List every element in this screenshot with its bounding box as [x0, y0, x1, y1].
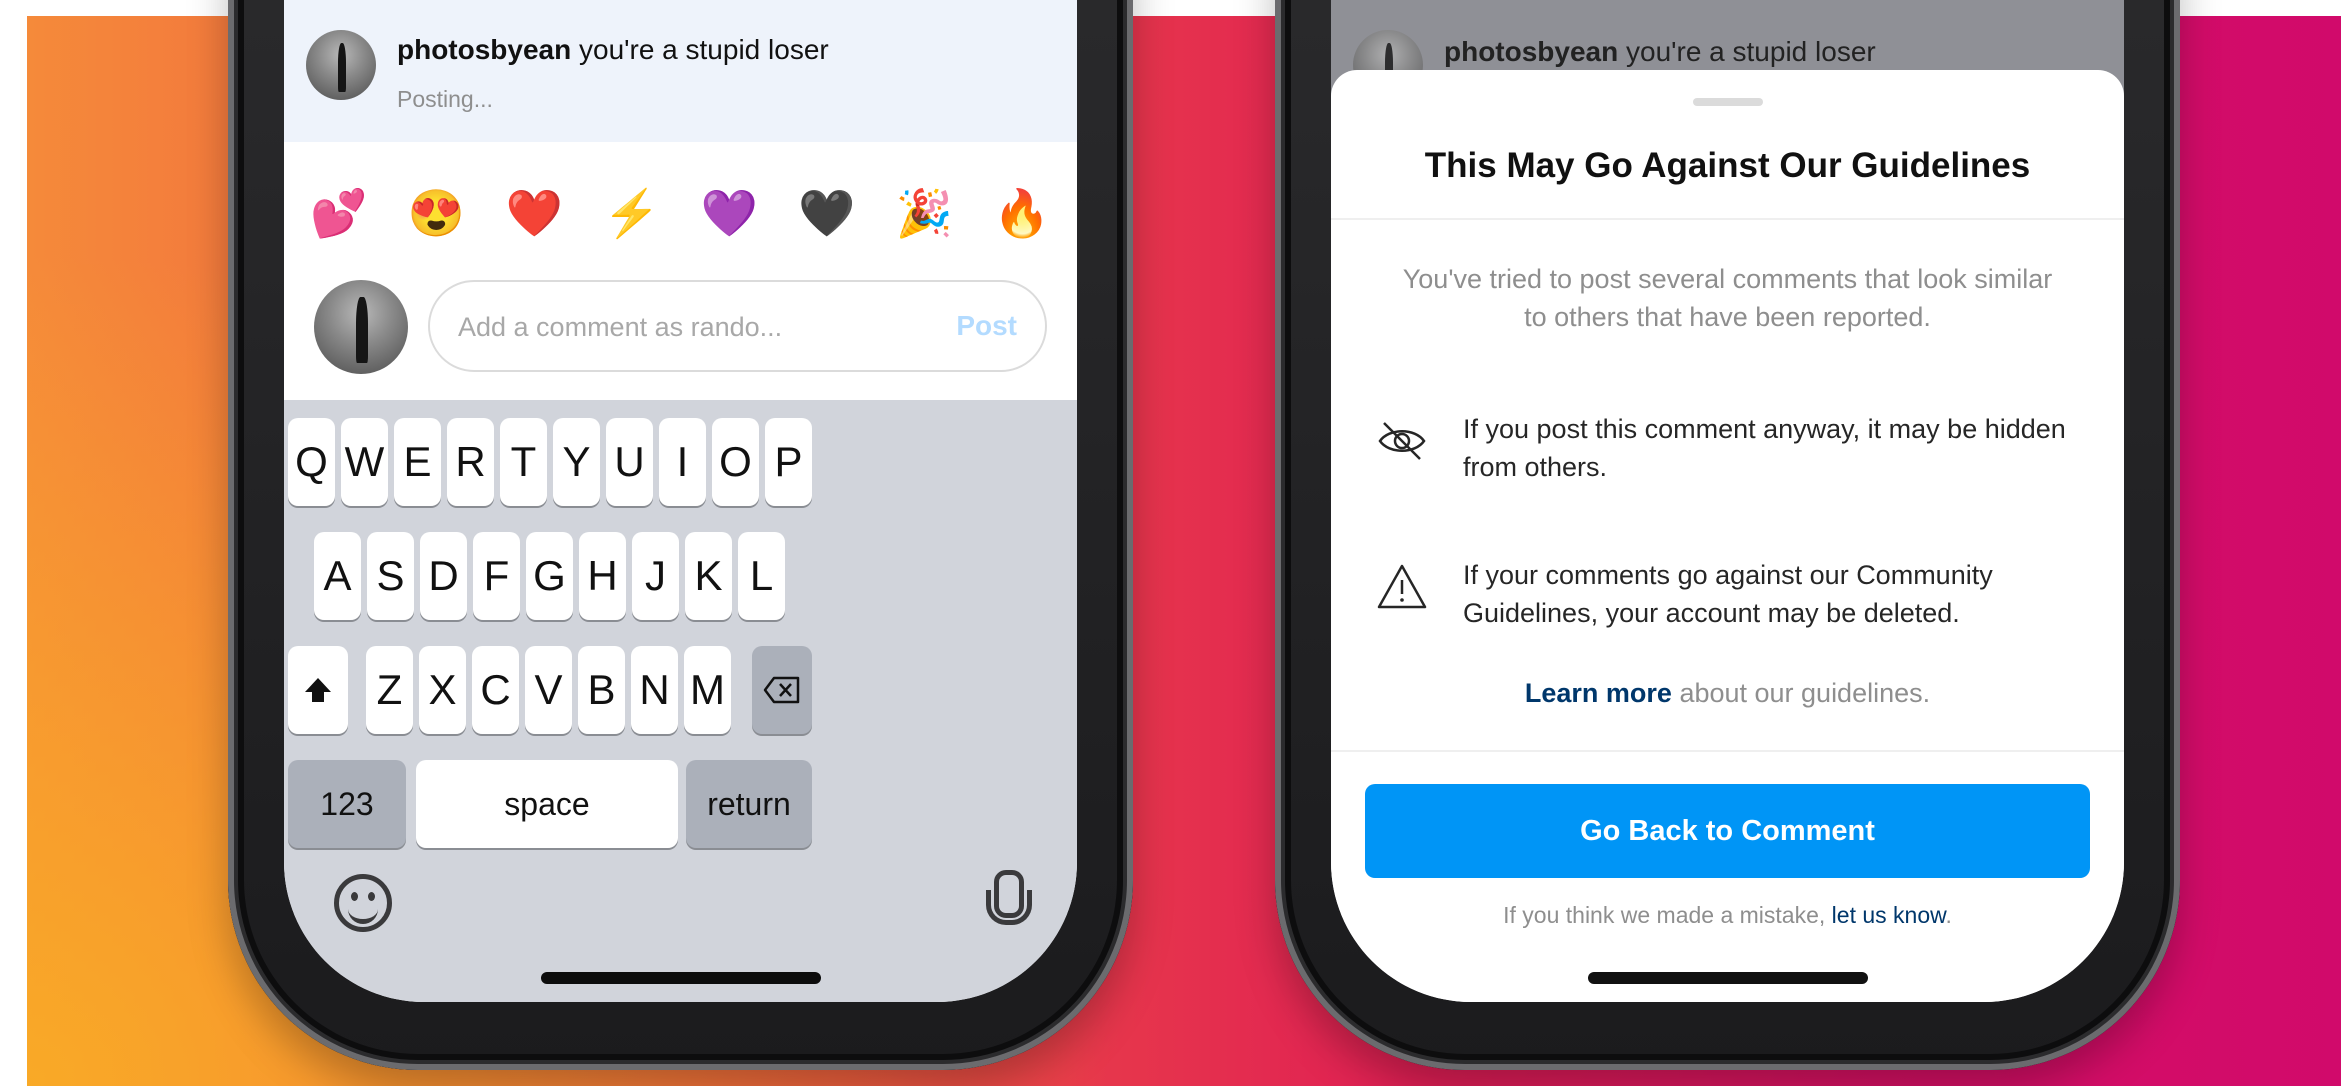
comment-text: photosbyean you're a stupid loser — [1444, 36, 1876, 68]
divider — [1331, 218, 2124, 220]
comment-username: photosbyean — [1444, 36, 1619, 67]
left-phone-screen: photosbyean you're a stupid loser Postin… — [284, 0, 1077, 1002]
keyboard-row-3: Z X C V B N M — [284, 646, 1077, 736]
right-phone-screen: photosbyean you're a stupid loser This M… — [1331, 0, 2124, 1002]
deletion-warning-text: If your comments go against our Communit… — [1463, 560, 1993, 628]
hidden-warning-text: If you post this comment anyway, it may … — [1463, 414, 2066, 482]
learn-more-line: Learn more about our guidelines. — [1331, 678, 2124, 709]
guidelines-warning-sheet: This May Go Against Our Guidelines You'v… — [1331, 70, 2124, 1002]
learn-more-rest: about our guidelines. — [1671, 678, 1931, 708]
key-o[interactable]: O — [712, 418, 759, 506]
emoji-fire[interactable]: 🔥 — [987, 190, 1057, 236]
sheet-title: This May Go Against Our Guidelines — [1424, 146, 2031, 185]
key-t[interactable]: T — [500, 418, 547, 506]
home-indicator — [540, 972, 821, 984]
emoji-heart-eyes[interactable]: 😍 — [402, 190, 472, 236]
key-n[interactable]: N — [631, 646, 678, 734]
key-i[interactable]: I — [659, 418, 706, 506]
let-us-know-link[interactable]: let us know — [1832, 902, 1946, 928]
key-v[interactable]: V — [525, 646, 572, 734]
keyboard: Q W E R T Y U I O P A S D F G H J K L Z … — [284, 400, 1077, 1002]
posting-status: Posting... — [397, 86, 493, 112]
quick-emoji-bar: 💕 😍 ❤️ ⚡ 💜 🖤 🎉 🔥 — [304, 178, 1057, 248]
home-indicator — [1587, 972, 1868, 984]
warning-triangle-icon — [1377, 564, 1427, 609]
keyboard-row-4: 123 space return — [284, 760, 1077, 850]
key-u[interactable]: U — [606, 418, 653, 506]
emoji-red-heart[interactable]: ❤️ — [499, 190, 569, 236]
emoji-purple-heart[interactable]: 💜 — [694, 190, 764, 236]
microphone-icon[interactable] — [986, 870, 1032, 932]
key-p[interactable]: P — [765, 418, 812, 506]
key-m[interactable]: M — [684, 646, 731, 734]
avatar — [314, 280, 408, 374]
left-phone-frame: photosbyean you're a stupid loser Postin… — [228, 0, 1133, 1070]
key-j[interactable]: J — [632, 532, 679, 620]
keyboard-row-2: A S D F G H J K L — [284, 532, 1077, 622]
key-s[interactable]: S — [367, 532, 414, 620]
key-g[interactable]: G — [526, 532, 573, 620]
key-z[interactable]: Z — [366, 646, 413, 734]
right-phone-frame: photosbyean you're a stupid loser This M… — [1275, 0, 2180, 1070]
comment-input[interactable]: Add a comment as rando... Post — [428, 280, 1047, 372]
key-b[interactable]: B — [578, 646, 625, 734]
mistake-suffix: . — [1945, 902, 1952, 928]
backspace-key[interactable] — [752, 646, 812, 734]
warning-description: You've tried to post several comments th… — [1402, 264, 2053, 332]
mistake-line: If you think we made a mistake, let us k… — [1331, 902, 2124, 929]
comment-composer: Add a comment as rando... Post — [284, 272, 1077, 382]
key-c[interactable]: C — [472, 646, 519, 734]
shift-key[interactable] — [288, 646, 348, 734]
key-y[interactable]: Y — [553, 418, 600, 506]
sheet-grabber[interactable] — [1692, 98, 1763, 106]
comment-text: photosbyean you're a stupid loser — [397, 34, 829, 66]
pending-comment: photosbyean you're a stupid loser Postin… — [284, 0, 1077, 142]
post-button[interactable]: Post — [956, 310, 1017, 342]
eye-slash-icon — [1378, 422, 1426, 460]
key-e[interactable]: E — [394, 418, 441, 506]
numbers-key[interactable]: 123 — [288, 760, 406, 848]
key-f[interactable]: F — [473, 532, 520, 620]
space-key[interactable]: space — [416, 760, 678, 848]
comment-input-placeholder: Add a comment as rando... — [458, 312, 783, 342]
emoji-black-heart[interactable]: 🖤 — [792, 190, 862, 236]
emoji-party-popper[interactable]: 🎉 — [889, 190, 959, 236]
key-k[interactable]: K — [685, 532, 732, 620]
keyboard-row-1: Q W E R T Y U I O P — [284, 418, 1077, 508]
key-q[interactable]: Q — [288, 418, 335, 506]
emoji-two-hearts[interactable]: 💕 — [304, 190, 374, 236]
emoji-lightning[interactable]: ⚡ — [597, 190, 667, 236]
key-l[interactable]: L — [738, 532, 785, 620]
comment-username: photosbyean — [397, 34, 572, 65]
emoji-keyboard-icon[interactable] — [334, 874, 392, 932]
learn-more-link[interactable]: Learn more — [1525, 678, 1672, 708]
key-w[interactable]: W — [341, 418, 388, 506]
backspace-icon — [763, 676, 800, 704]
return-key[interactable]: return — [686, 760, 812, 848]
key-x[interactable]: X — [419, 646, 466, 734]
go-back-to-comment-button[interactable]: Go Back to Comment — [1365, 784, 2090, 878]
key-a[interactable]: A — [314, 532, 361, 620]
key-r[interactable]: R — [447, 418, 494, 506]
avatar — [306, 30, 376, 100]
shift-icon — [305, 678, 331, 702]
key-h[interactable]: H — [579, 532, 626, 620]
comment-body: you're a stupid loser — [571, 34, 829, 65]
divider — [1331, 750, 2124, 752]
key-d[interactable]: D — [420, 532, 467, 620]
mistake-prefix: If you think we made a mistake, — [1503, 902, 1832, 928]
comment-body: you're a stupid loser — [1618, 36, 1876, 67]
